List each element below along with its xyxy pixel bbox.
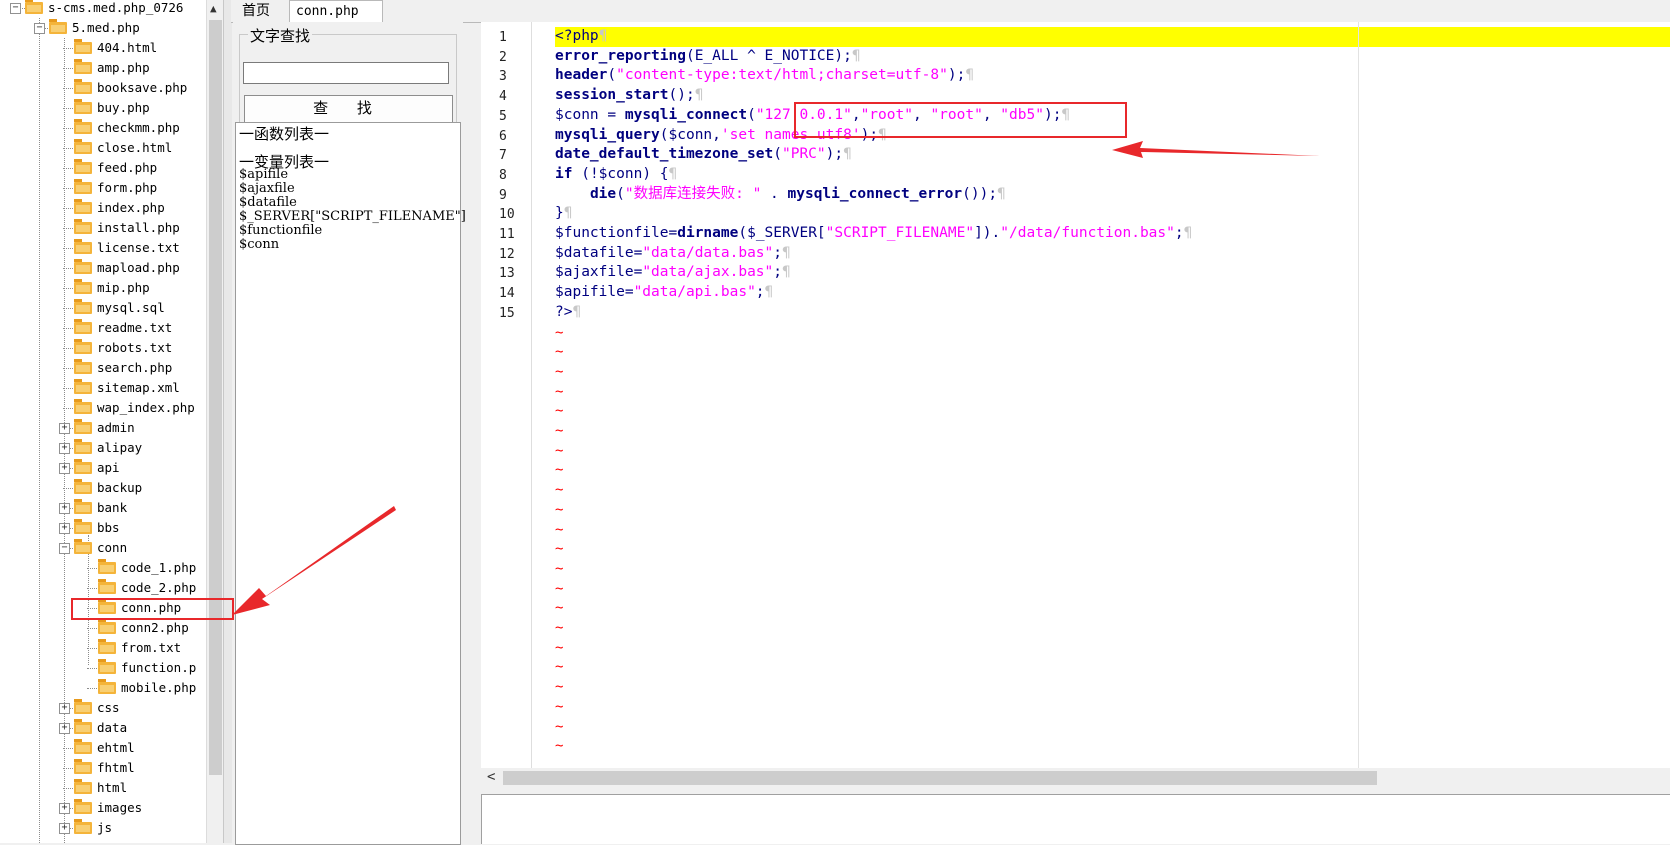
annotation-arrows (232, 141, 1320, 615)
annotation-arrow-tree (232, 506, 396, 615)
annotation-arrow-code (1112, 141, 1320, 158)
